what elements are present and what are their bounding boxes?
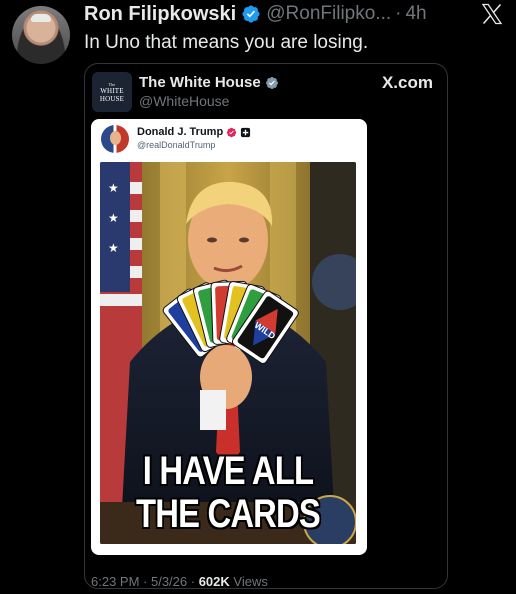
post-time[interactable]: 6:23 PM [91,574,139,589]
inner-author-avatar [101,125,129,153]
verified-gray-badge-icon [265,76,278,89]
header-separator: · [395,3,402,24]
inner-affiliate-badge-icon [241,127,251,137]
avatar-hair [31,14,51,22]
x-logo-icon[interactable] [480,2,504,26]
verified-badge-icon [242,5,260,23]
inner-author-name-row: Donald J. Trump [137,126,251,138]
meme-caption-line-1: I HAVE ALL [142,449,314,493]
tweet-timestamp[interactable]: 4h [405,3,426,25]
tweet-header: Ron Filipkowski @RonFilipko... · 4h [84,2,427,26]
meme-caption-line-2: THE CARDS [136,492,321,536]
author-avatar[interactable] [12,6,70,64]
embedded-post-image[interactable]: Donald J. Trump @realDonaldTrump ★ ★ ★ W… [91,119,367,555]
logo-line-3: HOUSE [99,94,125,103]
quoted-post-card[interactable]: The WHITE HOUSE The White House @WhiteHo… [84,63,448,589]
inner-author-name: Donald J. Trump [137,126,224,138]
quoted-author-handle[interactable]: @WhiteHouse [139,93,229,109]
tweet-text: In Uno that means you are losing. [84,32,369,53]
white-house-logo: The WHITE HOUSE [92,72,132,112]
views-count[interactable]: 602K [199,574,230,589]
svg-text:★: ★ [108,181,119,195]
author-display-name[interactable]: Ron Filipkowski [84,3,236,26]
quoted-author-name-row: The White House [139,74,279,91]
svg-text:★: ★ [108,241,119,255]
views-label: Views [229,574,268,589]
meta-separator: · [139,574,151,589]
source-label[interactable]: X.com [382,73,433,93]
meta-separator: · [187,574,199,589]
inner-verified-badge-icon [226,127,237,137]
inner-author-handle: @realDonaldTrump [137,140,216,150]
post-date[interactable]: 5/3/26 [151,574,187,589]
logo-line-2: WHITE [100,86,124,95]
meme-photo: ★ ★ ★ WILD I HAVE ALL THE CARDS [100,162,356,544]
author-handle[interactable]: @RonFilipko... [266,3,391,25]
quoted-post-meta: 6:23 PM · 5/3/26 · 602K Views [91,574,268,589]
svg-text:★: ★ [108,211,119,225]
quoted-author-name[interactable]: The White House [139,74,261,91]
